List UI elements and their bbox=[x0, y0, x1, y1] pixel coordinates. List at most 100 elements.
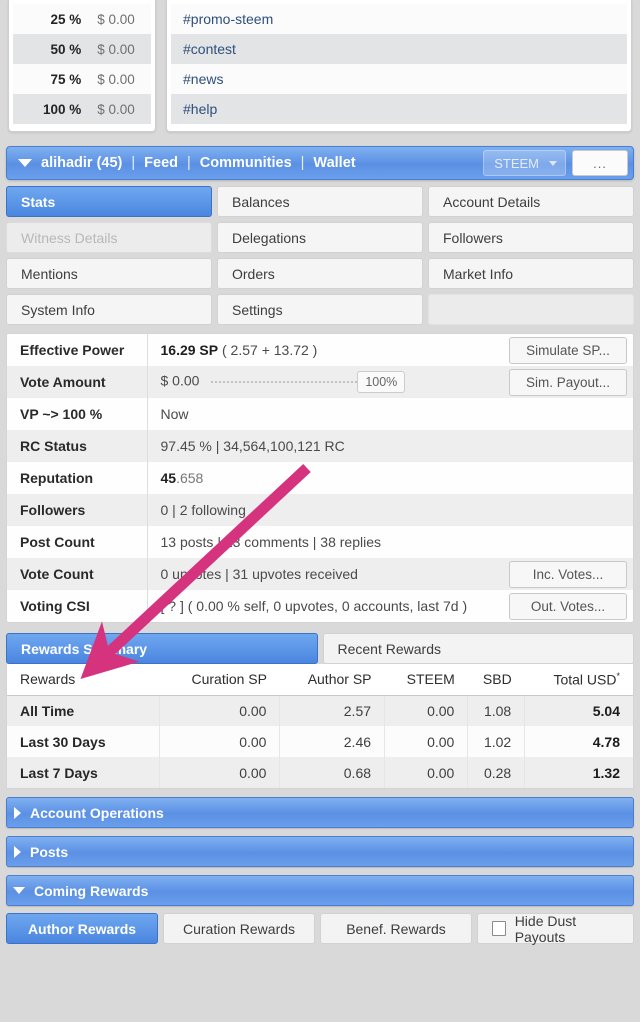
tag-link[interactable]: #promo-steem bbox=[183, 11, 273, 27]
slider-handle[interactable]: 100% bbox=[357, 371, 406, 393]
rewards-tabs: Rewards Summary Recent Rewards bbox=[6, 633, 634, 664]
reputation-int: 45 bbox=[160, 470, 177, 486]
tab-market-info[interactable]: Market Info bbox=[428, 258, 634, 289]
tag-link[interactable]: #contest bbox=[183, 41, 236, 57]
steem: 0.00 bbox=[384, 726, 469, 757]
list-item[interactable]: #help bbox=[171, 94, 627, 124]
list-item[interactable]: #contest bbox=[171, 34, 627, 64]
total-usd: 5.04 bbox=[524, 695, 633, 726]
tab-label: Recent Rewards bbox=[337, 640, 442, 657]
coming-rewards-tabs: Author Rewards Curation Rewards Benef. R… bbox=[6, 912, 634, 945]
tab-balances[interactable]: Balances bbox=[217, 186, 423, 217]
tab-rewards-summary[interactable]: Rewards Summary bbox=[6, 633, 318, 664]
reputation-frac: .658 bbox=[176, 470, 204, 486]
stats-panel: Effective Power 16.29 SP ( 2.57 + 13.72 … bbox=[6, 333, 634, 623]
vote-amount: $ 0.00 bbox=[97, 71, 135, 87]
checkbox-icon[interactable] bbox=[492, 921, 506, 936]
table-row: Voting CSI [ ? ] ( 0.00 % self, 0 upvote… bbox=[7, 590, 633, 622]
tab-benef-rewards[interactable]: Benef. Rewards bbox=[320, 913, 472, 944]
tab-curation-rewards[interactable]: Curation Rewards bbox=[163, 913, 315, 944]
table-row: Vote Amount $ 0.00 100% Sim. Payout... bbox=[7, 366, 633, 398]
tab-label: Benef. Rewards bbox=[346, 920, 446, 937]
tab-delegations[interactable]: Delegations bbox=[217, 222, 423, 253]
section-tab-grid: Stats Balances Account Details Witness D… bbox=[0, 180, 640, 325]
list-item[interactable]: #news bbox=[171, 64, 627, 94]
nav-item-feed[interactable]: Feed bbox=[144, 155, 178, 171]
account-name[interactable]: alihadir (45) bbox=[41, 155, 122, 171]
incoming-votes-button[interactable]: Inc. Votes... bbox=[509, 560, 627, 588]
tag-link[interactable]: #help bbox=[183, 101, 217, 117]
tab-label: Settings bbox=[232, 301, 283, 318]
period-label: Last 30 Days bbox=[7, 726, 161, 757]
tab-label: Rewards Summary bbox=[21, 640, 148, 657]
slider-track bbox=[211, 381, 362, 383]
row-label: Effective Power bbox=[7, 334, 148, 366]
header-nav: alihadir (45) | Feed | Communities | Wal… bbox=[41, 155, 356, 171]
nav-separator: | bbox=[187, 155, 191, 171]
tag-list-panel: #promo-steem #contest #news #help bbox=[166, 0, 632, 132]
currency-select[interactable]: STEEM bbox=[483, 150, 566, 176]
sim-payout-button[interactable]: Sim. Payout... bbox=[509, 368, 627, 396]
chevron-down-icon[interactable] bbox=[18, 159, 32, 167]
tab-recent-rewards[interactable]: Recent Rewards bbox=[322, 633, 634, 664]
tab-label: Witness Details bbox=[21, 229, 118, 246]
tab-stats[interactable]: Stats bbox=[6, 186, 212, 217]
tab-system-info[interactable]: System Info bbox=[6, 294, 212, 325]
tab-settings[interactable]: Settings bbox=[217, 294, 423, 325]
curation-sp: 0.00 bbox=[159, 695, 281, 726]
table-row: 100 % $ 0.00 bbox=[13, 94, 151, 124]
vote-weight-slider[interactable]: 100% bbox=[211, 371, 406, 393]
period-label: All Time bbox=[7, 695, 161, 726]
tab-account-details[interactable]: Account Details bbox=[428, 186, 634, 217]
tab-label: Stats bbox=[21, 193, 56, 210]
tab-author-rewards[interactable]: Author Rewards bbox=[6, 913, 158, 944]
tab-orders[interactable]: Orders bbox=[217, 258, 423, 289]
author-sp: 2.57 bbox=[279, 695, 386, 726]
tag-link[interactable]: #news bbox=[183, 71, 223, 87]
steem: 0.00 bbox=[384, 695, 469, 726]
nav-separator: | bbox=[131, 155, 136, 171]
row-value: $ 0.00 100% bbox=[147, 366, 505, 398]
app-page: 25 % $ 0.00 50 % $ 0.00 75 % $ 0.00 100 … bbox=[0, 0, 640, 1022]
list-item[interactable]: #promo-steem bbox=[171, 4, 627, 34]
table-row: 25 % $ 0.00 bbox=[13, 4, 151, 34]
tab-label: System Info bbox=[21, 301, 95, 318]
chevron-down-icon bbox=[13, 887, 25, 894]
col-header-total-usd-text: Total USD bbox=[553, 671, 617, 688]
hide-dust-label: Hide Dust Payouts bbox=[514, 912, 577, 945]
row-label: Followers bbox=[7, 494, 148, 526]
accordion-coming-rewards[interactable]: Coming Rewards bbox=[6, 875, 634, 906]
col-header-author-sp: Author SP bbox=[279, 664, 385, 696]
effective-power-value: 16.29 SP bbox=[160, 342, 219, 358]
ellipsis-icon: ... bbox=[593, 155, 607, 171]
col-header-rewards: Rewards bbox=[7, 664, 160, 696]
outgoing-votes-button[interactable]: Out. Votes... bbox=[509, 592, 627, 620]
accordion-label: Posts bbox=[30, 843, 69, 860]
accordion-account-operations[interactable]: Account Operations bbox=[6, 797, 634, 828]
tab-followers[interactable]: Followers bbox=[428, 222, 634, 253]
sbd: 1.02 bbox=[467, 726, 526, 757]
nav-separator: | bbox=[300, 155, 305, 171]
tab-witness-details: Witness Details bbox=[6, 222, 212, 253]
more-options-button[interactable]: ... bbox=[572, 150, 628, 176]
tab-mentions[interactable]: Mentions bbox=[6, 258, 212, 289]
row-label: Vote Amount bbox=[7, 366, 148, 398]
row-action: Out. Votes... bbox=[505, 590, 633, 622]
table-header-row: Rewards Curation SP Author SP STEEM SBD … bbox=[7, 664, 633, 696]
row-label: Voting CSI bbox=[7, 590, 148, 622]
col-header-steem: STEEM bbox=[384, 664, 468, 696]
stats-table: Effective Power 16.29 SP ( 2.57 + 13.72 … bbox=[7, 334, 633, 622]
row-label: Post Count bbox=[7, 526, 148, 558]
rewards-table: Rewards Curation SP Author SP STEEM SBD … bbox=[7, 664, 633, 788]
table-row: 50 % $ 0.00 bbox=[13, 34, 151, 64]
vote-amount: $ 0.00 bbox=[97, 11, 135, 27]
chevron-right-icon bbox=[14, 845, 21, 858]
nav-item-communities[interactable]: Communities bbox=[200, 155, 292, 171]
nav-item-wallet[interactable]: Wallet bbox=[313, 155, 355, 171]
currency-label: STEEM bbox=[494, 155, 539, 171]
hide-dust-payouts-toggle[interactable]: Hide Dust Payouts bbox=[477, 912, 634, 945]
accordion-posts[interactable]: Posts bbox=[6, 836, 634, 867]
vote-amount: $ 0.00 bbox=[97, 101, 135, 117]
simulate-sp-button[interactable]: Simulate SP... bbox=[509, 336, 627, 364]
table-row: Followers 0 | 2 following bbox=[7, 494, 633, 526]
